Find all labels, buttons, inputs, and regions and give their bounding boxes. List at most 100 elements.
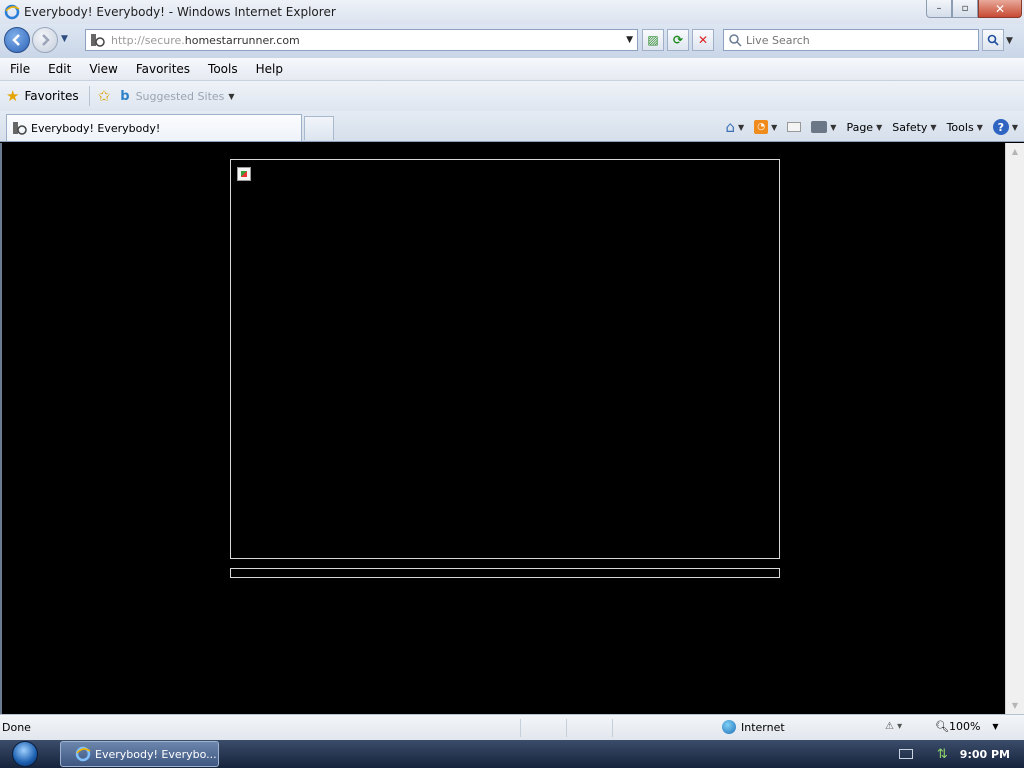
search-go-button[interactable] [982, 29, 1004, 51]
forward-arrow-icon [42, 34, 50, 46]
address-url[interactable]: http://secure.homestarrunner.com [111, 34, 300, 47]
window-title: Everybody! Everybody! - Windows Internet… [24, 5, 336, 19]
read-mail-button[interactable] [787, 122, 802, 132]
tab-everybody[interactable]: Everybody! Everybody! [6, 114, 302, 141]
zoom-dropdown-icon[interactable]: ▼ [992, 722, 998, 731]
tools-menu-button[interactable]: Tools ▼ [947, 121, 983, 134]
safety-dropdown-icon: ▼ [930, 122, 937, 132]
window-controls: – ▫ ✕ [926, 0, 1022, 18]
suggested-sites-link[interactable]: Suggested Sites [136, 90, 225, 103]
search-icon [729, 34, 742, 47]
suggested-sites-dropdown-icon[interactable]: ▼ [228, 92, 234, 101]
tab-label: Everybody! Everybody! [31, 121, 161, 135]
new-tab-button[interactable] [304, 116, 334, 140]
safety-menu-button[interactable]: Safety ▼ [892, 121, 936, 134]
scroll-up-icon[interactable]: ▲ [1006, 143, 1024, 160]
back-button[interactable] [4, 27, 30, 53]
refresh-icon: ⟳ [672, 33, 684, 47]
menu-favorites[interactable]: Favorites [136, 62, 190, 76]
compatibility-icon: ▨ [647, 33, 659, 47]
printer-icon [811, 121, 828, 133]
minimize-button[interactable]: – [926, 0, 952, 18]
add-to-favorites-icon[interactable]: ✩ [98, 87, 111, 105]
mail-icon [787, 122, 802, 132]
forward-button[interactable] [32, 27, 58, 53]
vertical-scrollbar[interactable]: ▲ ▼ [1005, 143, 1024, 714]
loading-bar-frame [230, 568, 780, 578]
page-menu-label: Page [846, 120, 874, 134]
feeds-dropdown-icon[interactable]: ▼ [771, 123, 777, 132]
status-divider [520, 718, 521, 737]
menu-edit[interactable]: Edit [48, 62, 71, 76]
internet-zone-globe-icon [722, 720, 736, 734]
feeds-button[interactable]: ◔ ▼ [754, 120, 777, 134]
page-content[interactable]: ▲ ▼ [0, 143, 1024, 714]
compatibility-view-button[interactable]: ▨ [642, 29, 664, 51]
status-text: Done [2, 721, 31, 734]
page-menu-button[interactable]: Page ▼ [846, 121, 882, 134]
print-button[interactable]: ▼ [811, 121, 836, 133]
search-input[interactable] [746, 33, 966, 47]
help-button[interactable]: ? ▼ [992, 119, 1018, 135]
favorites-bar: ★ Favorites ✩ b Suggested Sites ▼ [0, 81, 1024, 111]
status-divider [612, 718, 613, 737]
help-dropdown-icon[interactable]: ▼ [1012, 123, 1018, 132]
menu-tools[interactable]: Tools [208, 62, 238, 76]
magnifier-icon [987, 34, 999, 46]
title-bar[interactable]: Everybody! Everybody! - Windows Internet… [0, 0, 1024, 24]
address-bar[interactable]: http://secure.homestarrunner.com ▼ [85, 29, 638, 51]
command-bar: ⌂ ▼ ◔ ▼ ▼ Page ▼ Safety ▼ Tools ▼ ? ▼ [715, 116, 1018, 138]
menu-file[interactable]: File [10, 62, 30, 76]
home-icon: ⌂ [725, 118, 735, 136]
maximize-button[interactable]: ▫ [952, 0, 978, 18]
taskbar-item-internet-explorer[interactable]: Everybody! Everybo... [60, 741, 219, 767]
protected-mode-icon[interactable]: ⚠ ▾ [885, 721, 902, 732]
network-icon[interactable]: ⇅ [937, 747, 948, 762]
internet-explorer-icon [75, 746, 91, 762]
security-zone-label: Internet [741, 720, 785, 734]
broken-image-icon [237, 167, 251, 181]
url-domain: homestarrunner.com [184, 33, 300, 47]
address-dropdown-icon[interactable]: ▼ [626, 35, 633, 45]
help-icon: ? [992, 119, 1009, 135]
page-dropdown-icon: ▼ [876, 122, 883, 132]
url-scheme: http://secure. [111, 33, 185, 47]
status-bar: Done Internet ⚠ ▾ 🔍︎ 100% ▼ [0, 714, 1024, 740]
stop-button[interactable]: ✕ [692, 29, 714, 51]
safety-menu-label: Safety [892, 120, 928, 134]
menu-bar: File Edit View Favorites Tools Help [0, 58, 1024, 81]
close-button[interactable]: ✕ [978, 0, 1022, 18]
search-options-dropdown-icon[interactable]: ▼ [1006, 36, 1013, 46]
zoom-control[interactable]: 🔍︎ 100% ▼ [935, 720, 999, 733]
site-favicon-icon [91, 34, 105, 47]
rss-feed-icon: ◔ [754, 120, 769, 134]
internet-explorer-icon [4, 4, 20, 20]
start-button[interactable] [6, 740, 44, 768]
status-divider [566, 718, 567, 737]
keyboard-icon[interactable] [898, 749, 913, 759]
taskbar: Everybody! Everybo... ⇅ 9:00 PM [0, 740, 1024, 768]
clock[interactable]: 9:00 PM [960, 748, 1010, 761]
navigation-bar: ▼ http://secure.homestarrunner.com ▼ ▨ ⟳… [0, 24, 1024, 58]
security-zone[interactable]: Internet [722, 720, 785, 734]
taskbar-item-label: Everybody! Everybo... [95, 747, 217, 761]
favorites-button[interactable]: ★ Favorites [6, 87, 79, 105]
search-box[interactable] [723, 29, 979, 51]
scroll-down-icon[interactable]: ▼ [1006, 697, 1024, 714]
suggested-sites-icon: b [120, 88, 130, 104]
history-dropdown-icon[interactable]: ▼ [61, 34, 71, 44]
menu-view[interactable]: View [89, 62, 117, 76]
tab-bar: Everybody! Everybody! ⌂ ▼ ◔ ▼ ▼ Page ▼ S… [0, 111, 1024, 142]
home-button[interactable]: ⌂ ▼ [725, 118, 744, 136]
system-tray: ⇅ 9:00 PM [898, 740, 1010, 768]
zoom-level: 100% [948, 720, 981, 733]
refresh-button[interactable]: ⟳ [667, 29, 689, 51]
home-dropdown-icon[interactable]: ▼ [738, 123, 744, 132]
menu-help[interactable]: Help [256, 62, 283, 76]
zoom-magnifier-icon: 🔍︎ [935, 720, 949, 733]
favorites-separator [88, 86, 90, 106]
favorites-label: Favorites [24, 89, 79, 103]
print-dropdown-icon[interactable]: ▼ [830, 123, 836, 132]
flash-player-frame[interactable] [230, 159, 780, 559]
windows-orb-icon [12, 741, 38, 767]
